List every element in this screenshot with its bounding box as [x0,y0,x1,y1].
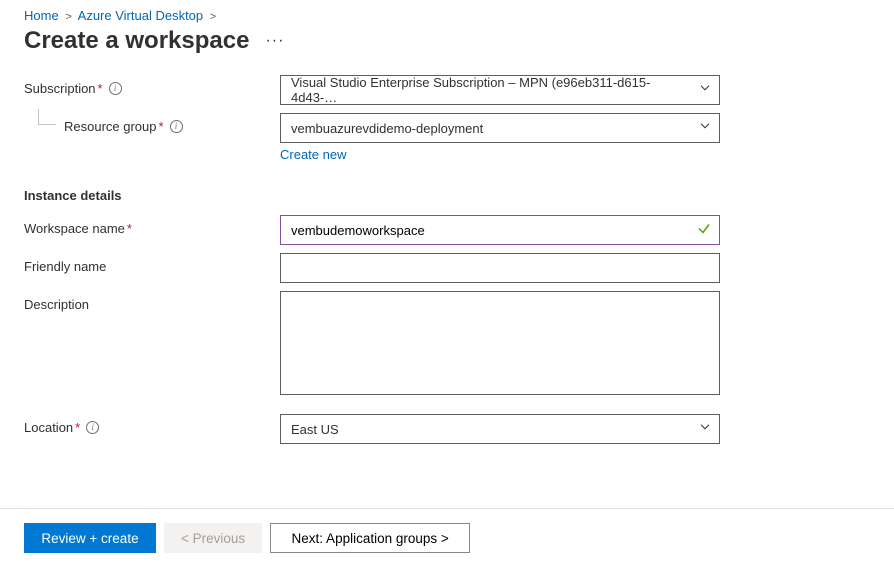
description-textarea[interactable] [280,291,720,395]
chevron-down-icon [699,82,711,97]
row-resource-group: Resource group * i vembuazurevdidemo-dep… [24,113,894,168]
info-icon[interactable]: i [109,82,122,95]
row-workspace-name: Workspace name * [24,215,894,245]
workspace-name-input[interactable] [291,223,689,238]
more-actions-icon[interactable]: ··· [265,33,284,49]
tree-elbow-icon [38,109,56,125]
chevron-right-icon: > [62,11,74,23]
required-asterisk: * [73,420,80,435]
label-friendly-name: Friendly name [24,253,280,274]
review-create-button[interactable]: Review + create [24,523,156,553]
label-location-text: Location [24,420,73,435]
resource-group-select[interactable]: vembuazurevdidemo-deployment [280,113,720,143]
friendly-name-input-wrap [280,253,720,283]
chevron-down-icon [699,421,711,436]
row-description: Description [24,291,894,398]
breadcrumb-home[interactable]: Home [24,8,59,23]
label-resource-group-text: Resource group [64,119,157,134]
required-asterisk: * [96,81,103,96]
workspace-name-input-wrap [280,215,720,245]
label-subscription-text: Subscription [24,81,96,96]
create-new-link[interactable]: Create new [280,147,346,162]
label-description-text: Description [24,297,89,312]
chevron-right-icon: > [207,11,219,23]
previous-button: < Previous [164,523,262,553]
row-friendly-name: Friendly name [24,253,894,283]
label-workspace-name-text: Workspace name [24,221,125,236]
info-icon[interactable]: i [170,120,183,133]
breadcrumb-avd[interactable]: Azure Virtual Desktop [78,8,204,23]
label-description: Description [24,291,280,312]
section-instance-details: Instance details [24,188,894,203]
row-location: Location * i East US [24,414,894,444]
next-button[interactable]: Next: Application groups > [270,523,470,553]
label-friendly-name-text: Friendly name [24,259,106,274]
label-location: Location * i [24,414,280,435]
page-title-row: Create a workspace ··· [24,27,894,55]
subscription-value: Visual Studio Enterprise Subscription – … [291,75,689,105]
label-workspace-name: Workspace name * [24,215,280,236]
friendly-name-input[interactable] [291,261,689,276]
location-select[interactable]: East US [280,414,720,444]
breadcrumb: Home > Azure Virtual Desktop > [24,0,894,23]
label-subscription: Subscription * i [24,75,280,96]
label-resource-group: Resource group * i [24,113,280,134]
row-subscription: Subscription * i Visual Studio Enterpris… [24,75,894,105]
subscription-select[interactable]: Visual Studio Enterprise Subscription – … [280,75,720,105]
page-title: Create a workspace [24,27,249,55]
chevron-down-icon [699,120,711,135]
location-value: East US [291,422,339,437]
checkmark-icon [697,222,711,239]
info-icon[interactable]: i [86,421,99,434]
resource-group-value: vembuazurevdidemo-deployment [291,121,483,136]
page-root: Home > Azure Virtual Desktop > Create a … [0,0,894,567]
required-asterisk: * [125,221,132,236]
required-asterisk: * [157,119,164,134]
footer-bar: Review + create < Previous Next: Applica… [0,508,894,567]
